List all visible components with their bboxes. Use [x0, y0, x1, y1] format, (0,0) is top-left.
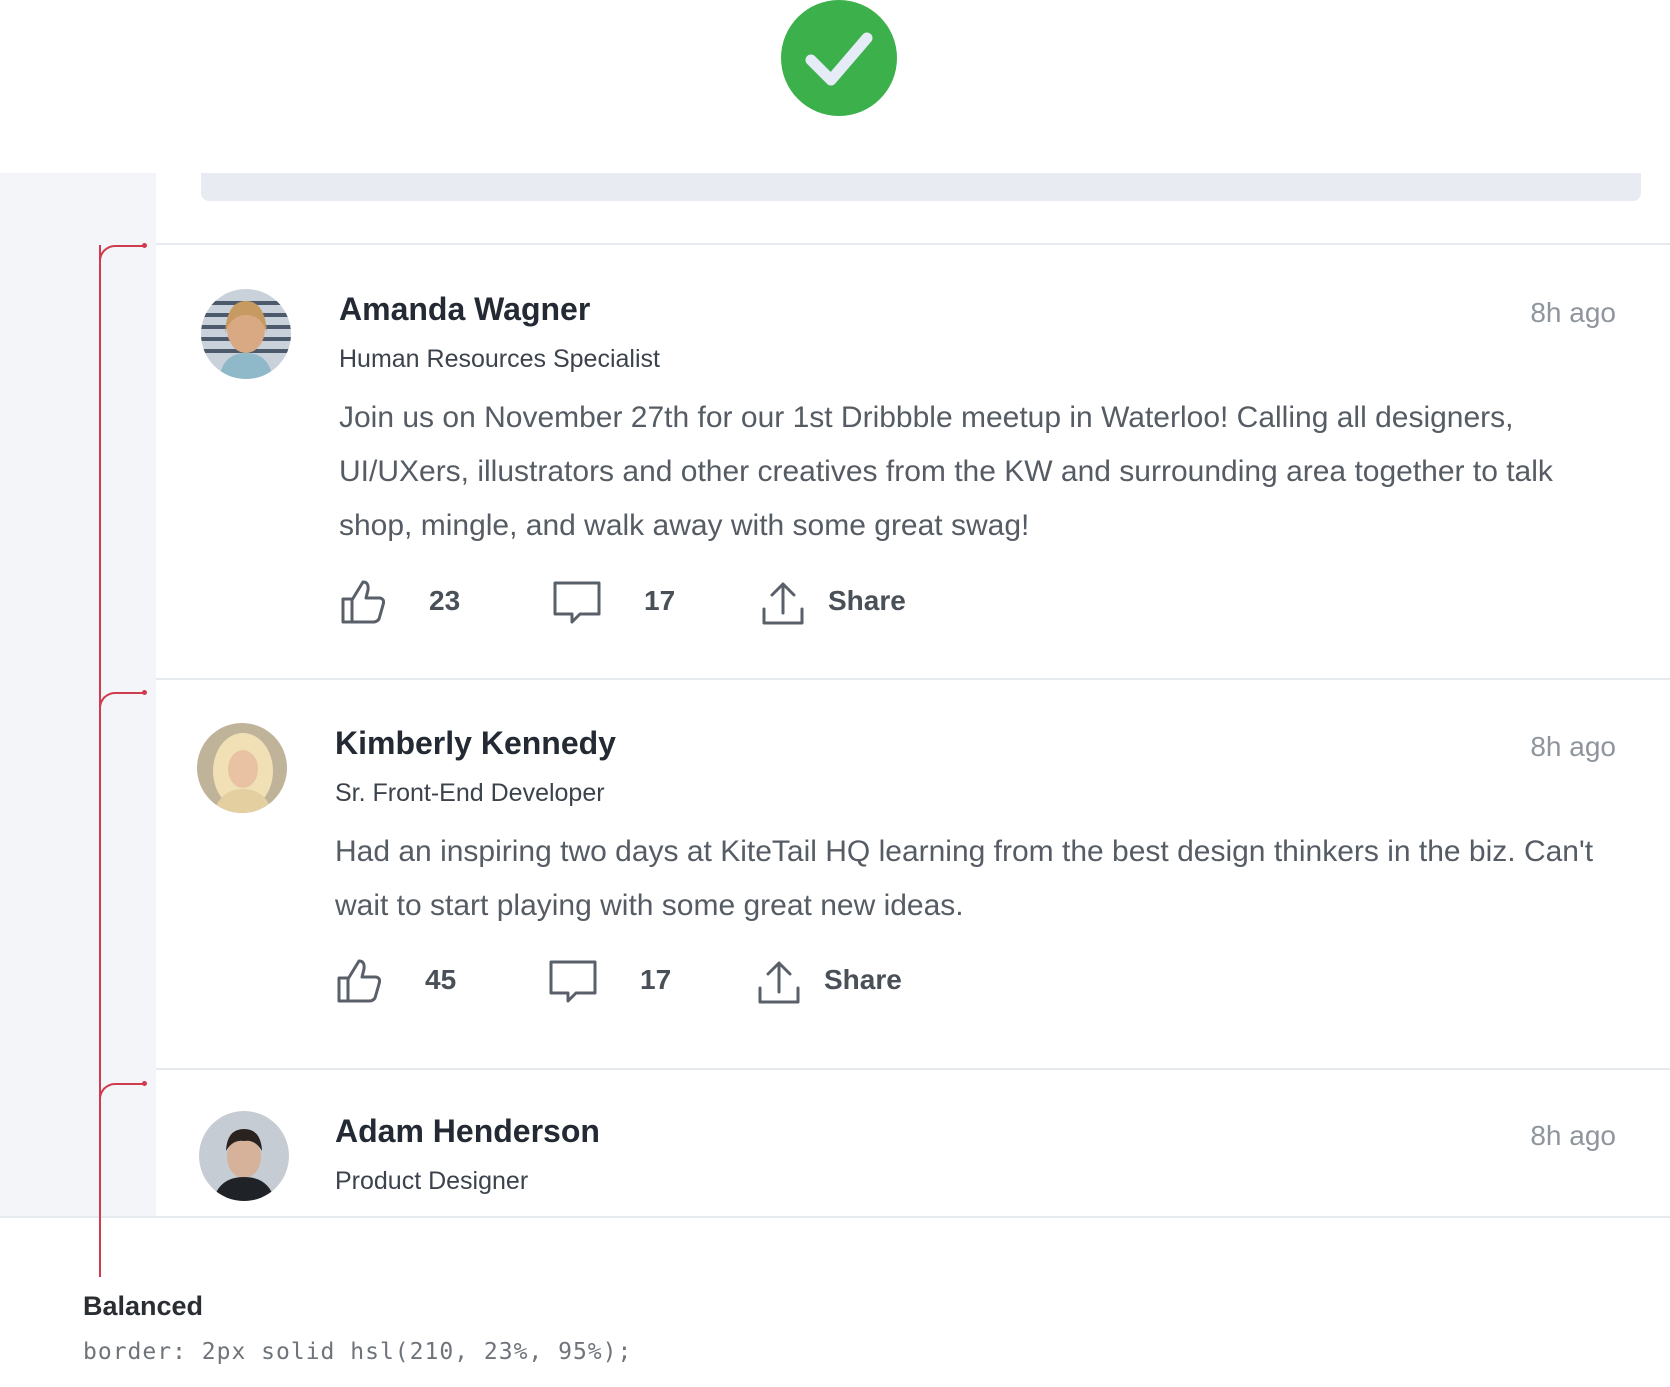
- caption-title: Balanced: [83, 1291, 204, 1321]
- post-author-role: Sr. Front-End Developer: [335, 779, 605, 807]
- share-icon: [762, 582, 804, 625]
- post-actions: 45 17 Share: [335, 956, 935, 1006]
- post-author-role: Product Designer: [335, 1167, 529, 1195]
- comment-icon: [553, 581, 601, 624]
- caption-code: border: 2px solid hsl(210, 23%, 95%);: [83, 1339, 633, 1365]
- thread-connector: [99, 690, 147, 710]
- composer-strip: [201, 173, 1641, 201]
- like-count: 23: [429, 585, 461, 616]
- like-button[interactable]: 45: [335, 956, 485, 1006]
- like-button[interactable]: 23: [339, 577, 489, 627]
- thread-connector: [99, 243, 147, 263]
- comment-icon: [549, 960, 597, 1003]
- comment-count: 17: [644, 585, 676, 616]
- thumbs-up-icon: [337, 959, 382, 1003]
- feed-panel: Amanda Wagner Human Resources Specialist…: [0, 173, 1670, 1218]
- post-card: Amanda Wagner Human Resources Specialist…: [156, 243, 1670, 680]
- post-body: Join us on November 27th for our 1st Dri…: [339, 401, 1553, 542]
- thread-line: [99, 245, 101, 1277]
- check-circle-icon: [781, 0, 897, 116]
- post-author[interactable]: Kimberly Kennedy: [335, 725, 616, 762]
- post-author-role: Human Resources Specialist: [339, 345, 660, 373]
- share-label: Share: [824, 964, 902, 995]
- comment-button[interactable]: 17: [552, 577, 702, 627]
- post-timestamp: 8h ago: [1530, 297, 1616, 328]
- comment-button[interactable]: 17: [548, 956, 698, 1006]
- post-card: Kimberly Kennedy Sr. Front-End Developer…: [156, 678, 1670, 1070]
- post-feed: Amanda Wagner Human Resources Specialist…: [156, 173, 1670, 1216]
- share-label: Share: [828, 585, 906, 616]
- post-author[interactable]: Amanda Wagner: [339, 291, 590, 328]
- share-button[interactable]: Share: [756, 956, 936, 1006]
- comment-count: 17: [640, 964, 672, 995]
- share-button[interactable]: Share: [760, 577, 940, 627]
- post-timestamp: 8h ago: [1530, 731, 1616, 762]
- avatar[interactable]: [201, 289, 291, 379]
- thumbs-up-icon: [341, 580, 386, 624]
- like-count: 45: [425, 964, 457, 995]
- post-card: Adam Henderson Product Designer 8h ago: [156, 1068, 1670, 1216]
- thread-connector: [99, 1081, 147, 1101]
- post-actions: 23 17 Share: [339, 577, 939, 627]
- post-author[interactable]: Adam Henderson: [335, 1113, 600, 1150]
- avatar[interactable]: [197, 723, 287, 813]
- avatar[interactable]: [199, 1111, 289, 1201]
- share-icon: [758, 961, 800, 1004]
- post-body: Had an inspiring two days at KiteTail HQ…: [335, 835, 1594, 922]
- post-timestamp: 8h ago: [1530, 1120, 1616, 1151]
